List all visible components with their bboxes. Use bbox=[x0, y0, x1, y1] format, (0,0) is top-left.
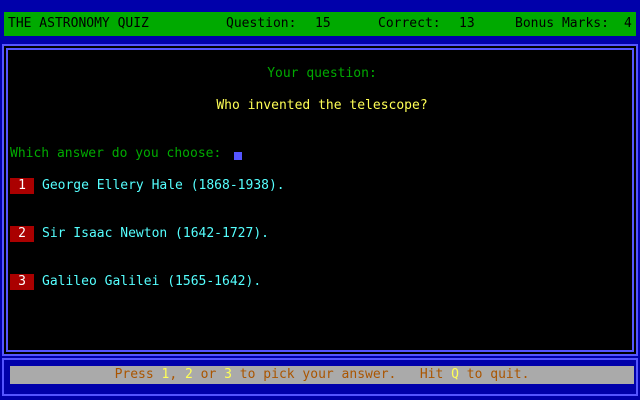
help-key-3: 3 bbox=[224, 367, 232, 382]
correct-label: Correct: bbox=[378, 16, 441, 31]
answer-1-number[interactable]: 1 bbox=[10, 178, 34, 194]
help-frame: Press 1, 2 or 3 to pick your answer. Hit… bbox=[2, 358, 638, 396]
answer-prompt: Which answer do you choose: bbox=[10, 146, 222, 161]
answer-2-number[interactable]: 2 bbox=[10, 226, 34, 242]
quiz-screen: THE ASTRONOMY QUIZ Question: 15 Correct:… bbox=[0, 0, 640, 400]
question-panel-frame: Your question: Who invented the telescop… bbox=[2, 44, 638, 356]
correct-count: 13 bbox=[459, 16, 475, 31]
help-quit: to quit. bbox=[458, 367, 530, 382]
question-heading: Your question: bbox=[267, 66, 377, 81]
help-pick: to pick your answer. Hit bbox=[231, 367, 452, 382]
answer-1-text[interactable]: George Ellery Hale (1868-1938). bbox=[42, 178, 285, 194]
bonus-count: 4 bbox=[624, 16, 632, 31]
status-bar: THE ASTRONOMY QUIZ Question: 15 Correct:… bbox=[4, 12, 636, 36]
question-panel: Your question: Who invented the telescop… bbox=[6, 48, 634, 352]
help-key-q: Q bbox=[451, 367, 459, 382]
answer-3-number[interactable]: 3 bbox=[10, 274, 34, 290]
help-sep-1: , bbox=[169, 367, 186, 382]
question-text: Who invented the telescope? bbox=[216, 98, 428, 113]
answer-3-text[interactable]: Galileo Galilei (1565-1642). bbox=[42, 274, 261, 290]
help-sep-2: or bbox=[192, 367, 225, 382]
answer-2-text[interactable]: Sir Isaac Newton (1642-1727). bbox=[42, 226, 269, 242]
bonus-label: Bonus Marks: bbox=[515, 16, 609, 31]
help-bar: Press 1, 2 or 3 to pick your answer. Hit… bbox=[10, 366, 634, 384]
help-key-2: 2 bbox=[185, 367, 193, 382]
text-cursor[interactable] bbox=[234, 152, 242, 160]
app-title: THE ASTRONOMY QUIZ bbox=[8, 16, 149, 31]
question-label: Question: bbox=[226, 16, 297, 31]
help-press: Press bbox=[114, 367, 162, 382]
question-number: 15 bbox=[315, 16, 331, 31]
